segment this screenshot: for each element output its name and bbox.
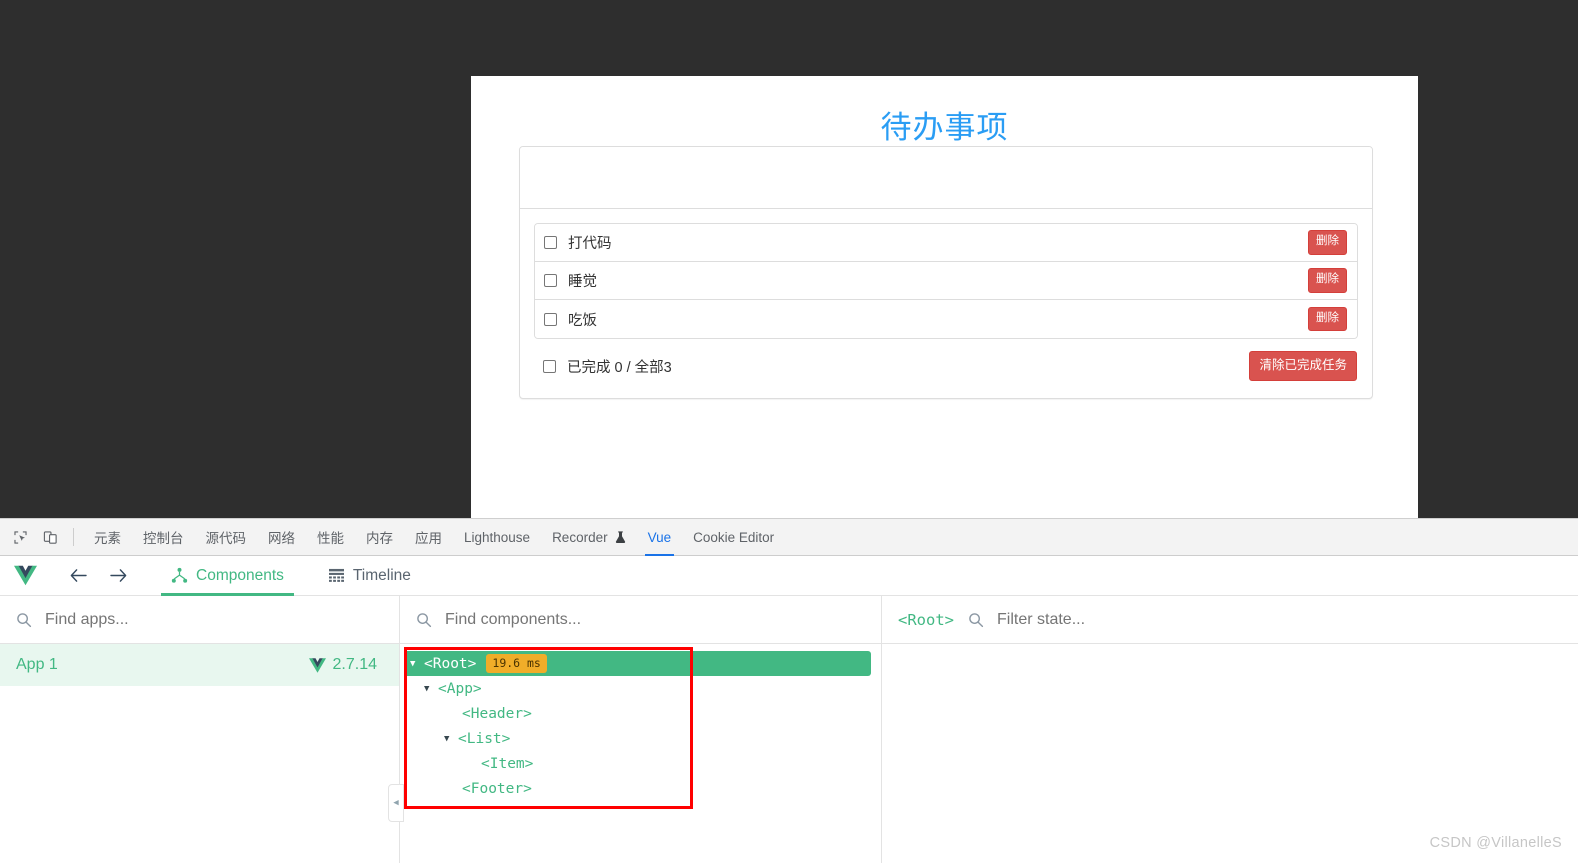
todo-checkbox[interactable] (544, 274, 557, 287)
tab-vue[interactable]: Vue (637, 519, 683, 556)
app-version: 2.7.14 (308, 656, 377, 674)
inspect-element-icon[interactable] (6, 524, 34, 550)
flask-icon (615, 530, 626, 544)
find-components-input[interactable] (443, 609, 815, 630)
table-row[interactable]: 睡觉 删除 (535, 262, 1357, 300)
tab-elements[interactable]: 元素 (83, 519, 132, 556)
vue-panels: App 1 2.7.14 (0, 596, 1578, 863)
tree-node-list[interactable]: ▼ <List> (444, 726, 881, 751)
web-page: 待办事项 打代码 删除 睡觉 删除 吃饭 删除 已完成 0 / 全部3 清除已完… (471, 76, 1418, 518)
table-row[interactable]: 吃饭 删除 (535, 300, 1357, 338)
tab-network[interactable]: 网络 (257, 519, 306, 556)
timeline-grid-icon (328, 568, 345, 583)
state-pane: <Root> (882, 596, 1578, 863)
chevron-down-icon[interactable]: ▼ (444, 734, 458, 744)
delete-button[interactable]: 删除 (1308, 268, 1347, 293)
app-name: App 1 (16, 656, 58, 673)
todo-checkbox[interactable] (544, 236, 557, 249)
tree-node-label: <App> (438, 680, 482, 697)
vue-toolbar: Components Timeline (0, 556, 1578, 596)
todo-panel-body: 打代码 删除 睡觉 删除 吃饭 删除 已完成 0 / 全部3 清除已完成任务 (520, 209, 1372, 398)
todo-input-area[interactable] (520, 147, 1372, 209)
tree-node-app[interactable]: ▼ <App> (424, 676, 881, 701)
delete-button[interactable]: 删除 (1308, 230, 1347, 255)
search-icon (16, 612, 32, 628)
render-time-badge: 19.6 ms (486, 654, 547, 673)
tab-recorder[interactable]: Recorder (541, 519, 637, 556)
chevron-down-icon[interactable]: ▼ (410, 659, 424, 669)
tab-cookie-editor[interactable]: Cookie Editor (682, 519, 785, 556)
todo-label: 吃饭 (568, 312, 597, 329)
select-all-checkbox[interactable] (543, 359, 556, 373)
filter-state-search[interactable]: <Root> (882, 596, 1578, 644)
new-todo-input[interactable] (520, 147, 1372, 208)
page-title: 待办事项 (880, 110, 1009, 145)
todo-summary: 已完成 0 / 全部3 (567, 359, 672, 376)
apps-pane: App 1 2.7.14 (0, 596, 400, 863)
devtools-panel: 元素 控制台 源代码 网络 性能 内存 应用 Lighthouse Record… (0, 518, 1578, 863)
todo-panel: 打代码 删除 睡觉 删除 吃饭 删除 已完成 0 / 全部3 清除已完成任务 (519, 146, 1373, 399)
find-components-search[interactable] (400, 596, 881, 644)
vue-logo-icon (308, 657, 326, 673)
browser-viewport: 待办事项 打代码 删除 睡觉 删除 吃饭 删除 已完成 0 / 全部3 清除已完… (0, 0, 1578, 518)
collapse-panel-handle[interactable]: ◀ (388, 784, 404, 822)
component-tree: ◀ ▼ <Root> 19.6 ms ▼ <App> <Header> ▼ <L… (388, 644, 881, 822)
table-row[interactable]: 打代码 删除 (535, 224, 1357, 262)
tab-sources[interactable]: 源代码 (195, 519, 258, 556)
list-item[interactable]: App 1 2.7.14 (0, 644, 399, 686)
todo-checkbox[interactable] (544, 312, 557, 326)
search-icon (968, 612, 984, 628)
find-apps-input[interactable] (43, 609, 350, 630)
tree-node-label: <Root> (424, 655, 477, 672)
todo-label: 睡觉 (568, 274, 597, 290)
components-pane: ◀ ▼ <Root> 19.6 ms ▼ <App> <Header> ▼ <L… (388, 596, 882, 863)
delete-button[interactable]: 删除 (1308, 306, 1347, 332)
forward-arrow-icon[interactable] (103, 561, 133, 591)
tree-node-label: <Item> (481, 755, 534, 772)
chevron-down-icon[interactable]: ▼ (424, 684, 438, 694)
tree-node-item[interactable]: <Item> (481, 751, 881, 776)
toolbar-divider (73, 528, 74, 546)
search-icon (416, 612, 432, 628)
tab-application[interactable]: 应用 (404, 519, 453, 556)
tab-timeline[interactable]: Timeline (318, 556, 421, 596)
component-tree-icon (171, 567, 188, 584)
clear-completed-button[interactable]: 清除已完成任务 (1249, 351, 1357, 381)
devtools-tabbar: 元素 控制台 源代码 网络 性能 内存 应用 Lighthouse Record… (0, 519, 1578, 556)
tab-memory[interactable]: 内存 (355, 519, 404, 556)
filter-state-input[interactable] (995, 609, 1403, 630)
todo-label: 打代码 (568, 236, 612, 252)
tree-node-footer[interactable]: <Footer> (462, 776, 881, 801)
tab-console[interactable]: 控制台 (132, 519, 195, 556)
tab-components[interactable]: Components (161, 556, 294, 596)
tree-node-header[interactable]: <Header> (462, 701, 881, 726)
tree-node-label: <List> (458, 730, 511, 747)
watermark: CSDN @VillanelleS (1429, 835, 1562, 851)
tab-lighthouse[interactable]: Lighthouse (453, 519, 541, 556)
find-apps-search[interactable] (0, 596, 399, 644)
selected-component-label: <Root> (898, 610, 954, 629)
device-toolbar-icon[interactable] (36, 524, 64, 550)
vue-logo-icon (14, 565, 37, 586)
todo-footer: 已完成 0 / 全部3 清除已完成任务 (534, 348, 1358, 384)
tree-node-root[interactable]: ▼ <Root> 19.6 ms (404, 651, 871, 676)
todo-list: 打代码 删除 睡觉 删除 吃饭 删除 (534, 223, 1358, 339)
tab-performance[interactable]: 性能 (306, 519, 355, 556)
back-arrow-icon[interactable] (63, 561, 93, 591)
tree-node-label: <Header> (462, 705, 532, 722)
tree-node-label: <Footer> (462, 780, 532, 797)
app-version-label: 2.7.14 (332, 656, 377, 673)
